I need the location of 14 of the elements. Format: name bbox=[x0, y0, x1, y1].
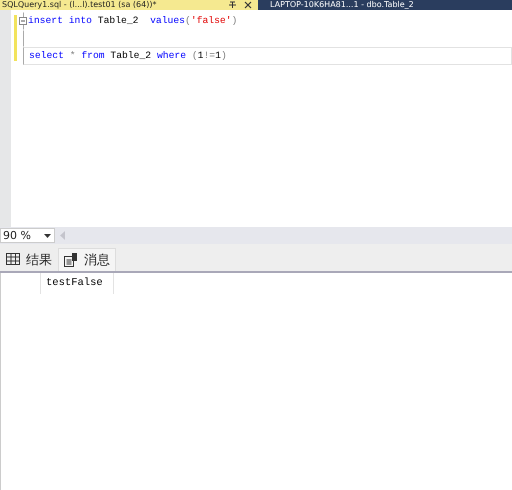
collapse-icon[interactable] bbox=[19, 16, 27, 25]
result-tab[interactable]: 消息 bbox=[58, 248, 116, 271]
code-line: select * from Table_2 where (1!=1) bbox=[28, 50, 227, 62]
document-tab[interactable]: LAPTOP-10K6HA81...1 - dbo.Table_2 bbox=[258, 0, 512, 10]
document-tab[interactable]: SQLQuery1.sql - (l...l).test01 (sa (64))* bbox=[0, 0, 258, 10]
document-icon bbox=[64, 253, 78, 267]
zoom-dropdown[interactable]: 90 % bbox=[0, 228, 55, 243]
grid-icon bbox=[6, 253, 20, 267]
table-cell: testFalse bbox=[40, 273, 114, 294]
dropdown-arrow-icon bbox=[44, 234, 51, 238]
close-icon[interactable] bbox=[244, 1, 252, 9]
code-line: insert into Table_2 values('false') bbox=[28, 15, 238, 26]
pin-icon[interactable] bbox=[228, 1, 236, 9]
change-marker bbox=[14, 15, 17, 61]
